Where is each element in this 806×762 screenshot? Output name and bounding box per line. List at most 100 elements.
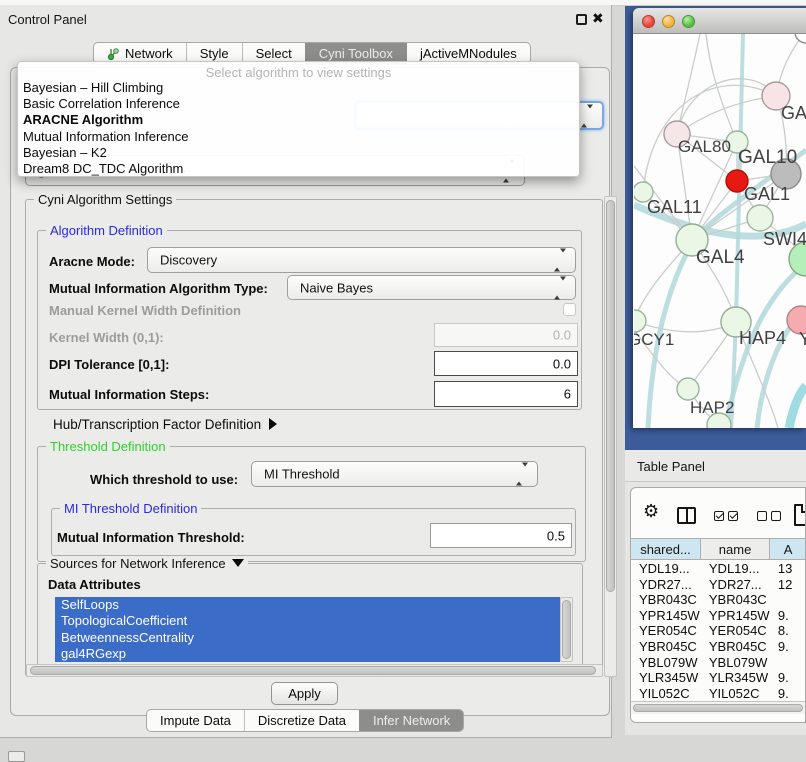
cyni-algorithm-settings-title: Cyni Algorithm Settings bbox=[34, 192, 176, 207]
select-all-checkbox-icon[interactable] bbox=[714, 511, 724, 521]
column-header-name[interactable]: name bbox=[701, 539, 770, 559]
network-node[interactable] bbox=[677, 378, 699, 400]
expand-right-icon bbox=[269, 418, 277, 430]
table-row[interactable]: YPR145WYPR145W9. bbox=[631, 608, 806, 624]
algorithm-option-dream8-dc-tdc-algorithm[interactable]: Dream8 DC_TDC Algorithm bbox=[23, 161, 574, 177]
combo-arrows-icon bbox=[581, 108, 593, 123]
table-body: YDL19...YDL19...13YDR27...YDR27...12YBR0… bbox=[631, 561, 806, 701]
data-attributes-list[interactable]: SelfLoopsTopologicalCoefficientBetweenne… bbox=[55, 597, 560, 662]
table-row[interactable]: YLR345WYLR345W9. bbox=[631, 670, 806, 686]
algorithm-option-basic-correlation-inference[interactable]: Basic Correlation Inference bbox=[23, 96, 574, 112]
tab-label: Discretize Data bbox=[258, 710, 346, 731]
close-traffic-light-icon[interactable] bbox=[642, 15, 655, 28]
manual-kernel-width-checkbox[interactable] bbox=[563, 303, 576, 316]
table-row[interactable]: YER054CYER054C8. bbox=[631, 623, 806, 639]
algorithm-option-aracne-algorithm[interactable]: ARACNE Algorithm bbox=[23, 112, 574, 128]
settings-vertical-scrollbar[interactable] bbox=[604, 196, 617, 677]
mi-algorithm-type-value: Naive Bayes bbox=[300, 280, 373, 295]
mi-algorithm-type-label: Mutual Information Algorithm Type: bbox=[49, 281, 268, 296]
hub-definition-toggle[interactable]: Hub/Transcription Factor Definition bbox=[53, 417, 277, 432]
table-panel-titlebar: Table Panel bbox=[625, 450, 806, 482]
close-icon[interactable]: ✖ bbox=[592, 10, 604, 26]
network-canvas[interactable]: GALGAL80GAL10GAL1GAL11SWI4GAL4GCY1HAP4YH… bbox=[634, 34, 806, 428]
tab-impute-data[interactable]: Impute Data bbox=[147, 710, 244, 731]
table-cell: YLR345W bbox=[701, 670, 770, 686]
network-node-label-hap2: HAP2 bbox=[690, 398, 734, 417]
algorithm-popup-hint: Select algorithm to view settings bbox=[18, 65, 579, 80]
float-window-icon[interactable] bbox=[576, 14, 587, 25]
table-row[interactable]: YBR045CYBR045C9. bbox=[631, 639, 806, 655]
aracne-mode-value: Discovery bbox=[160, 253, 217, 268]
dpi-tolerance-field[interactable]: 0.0 bbox=[434, 351, 578, 376]
collapse-down-icon bbox=[232, 559, 244, 567]
network-node-label-gcy1: GCY1 bbox=[634, 330, 674, 349]
aracne-mode-label: Aracne Mode: bbox=[49, 254, 135, 269]
dpi-tolerance-label: DPI Tolerance [0,1]: bbox=[49, 357, 169, 372]
network-window-titlebar[interactable] bbox=[633, 8, 806, 34]
table-cell: YER054C bbox=[631, 623, 701, 639]
network-edge[interactable] bbox=[677, 34, 700, 134]
zoom-traffic-light-icon[interactable] bbox=[682, 15, 695, 28]
table-cell: 13 bbox=[770, 561, 806, 577]
table-cell: 9. bbox=[770, 670, 806, 686]
table-cell: YDL19... bbox=[701, 561, 770, 577]
column-header-shared[interactable]: shared... bbox=[631, 539, 701, 559]
network-node[interactable] bbox=[747, 205, 773, 231]
screenshot-root: Control Panel ✖ NetworkStyleSelectCyni T… bbox=[0, 0, 806, 762]
apply-button[interactable]: Apply bbox=[271, 682, 338, 705]
table-cell: 8. bbox=[770, 623, 806, 639]
algorithm-option-mutual-information-inference[interactable]: Mutual Information Inference bbox=[23, 129, 574, 145]
network-edge-thick[interactable] bbox=[789, 386, 806, 428]
sources-toggle[interactable]: Sources for Network Inference bbox=[46, 556, 248, 571]
deselect-all-checkbox-icon[interactable] bbox=[757, 511, 767, 521]
network-edge[interactable] bbox=[706, 34, 737, 142]
table-cell: 9. bbox=[770, 686, 806, 702]
table-cell: YBR043C bbox=[701, 592, 770, 608]
which-threshold-combo[interactable]: MI Threshold bbox=[251, 461, 538, 487]
table-horizontal-scrollbar[interactable] bbox=[631, 701, 806, 714]
settings-horizontal-scrollbar[interactable] bbox=[26, 664, 603, 677]
table-cell: YDR27... bbox=[631, 577, 701, 593]
tab-discretize-data[interactable]: Discretize Data bbox=[244, 710, 359, 731]
table-cell: YBR045C bbox=[631, 639, 701, 655]
algorithm-option-bayesian-hill-climbing[interactable]: Bayesian – Hill Climbing bbox=[23, 80, 574, 96]
table-cell: YDR27... bbox=[701, 577, 770, 593]
minimize-traffic-light-icon[interactable] bbox=[662, 15, 675, 28]
split-columns-icon[interactable] bbox=[677, 507, 696, 524]
network-graph: GALGAL80GAL10GAL1GAL11SWI4GAL4GCY1HAP4YH… bbox=[634, 34, 806, 428]
table-cell: YBR045C bbox=[701, 639, 770, 655]
kernel-width-field[interactable]: 0.0 bbox=[434, 323, 578, 347]
network-icon bbox=[107, 47, 120, 60]
table-row[interactable]: YDR27...YDR27...12 bbox=[631, 577, 806, 593]
document-icon[interactable] bbox=[794, 504, 806, 526]
table-row[interactable]: YDL19...YDL19...13 bbox=[631, 561, 806, 577]
mi-threshold-value: 0.5 bbox=[547, 528, 565, 543]
mi-steps-field[interactable]: 6 bbox=[434, 381, 578, 407]
mi-algorithm-type-combo[interactable]: Naive Bayes bbox=[287, 275, 576, 300]
attribute-item-betweennesscentrality[interactable]: BetweennessCentrality bbox=[55, 630, 560, 646]
gear-icon[interactable]: ⚙ bbox=[643, 502, 659, 520]
deselect-all-checkbox-icon[interactable] bbox=[771, 511, 781, 521]
aracne-mode-combo[interactable]: Discovery bbox=[147, 247, 576, 273]
select-all-checkbox-icon[interactable] bbox=[728, 511, 738, 521]
mi-steps-value: 6 bbox=[564, 387, 571, 402]
network-node[interactable] bbox=[634, 310, 646, 332]
attribute-item-selfloops[interactable]: SelfLoops bbox=[55, 597, 560, 613]
attribute-item-gal4rgexp[interactable]: gal4RGexp bbox=[55, 646, 560, 662]
network-edge[interactable] bbox=[677, 79, 776, 134]
table-row[interactable]: YIL052CYIL052C9. bbox=[631, 686, 806, 702]
attributes-scrollbar[interactable] bbox=[560, 597, 573, 662]
mi-threshold-field[interactable]: 0.5 bbox=[430, 523, 572, 548]
tab-infer-network[interactable]: Infer Network bbox=[359, 710, 463, 731]
table-row[interactable]: YBR043CYBR043C bbox=[631, 592, 806, 608]
column-header-a[interactable]: A bbox=[770, 539, 806, 559]
table-cell: 9. bbox=[770, 639, 806, 655]
attribute-item-topologicalcoefficient[interactable]: TopologicalCoefficient bbox=[55, 613, 560, 629]
sources-title: Sources for Network Inference bbox=[50, 556, 226, 571]
collapsed-panel-button[interactable] bbox=[8, 751, 25, 762]
table-cell: YER054C bbox=[701, 623, 770, 639]
table-cell: 12 bbox=[770, 577, 806, 593]
table-row[interactable]: YBL079WYBL079W bbox=[631, 655, 806, 671]
algorithm-option-bayesian-k2[interactable]: Bayesian – K2 bbox=[23, 145, 574, 161]
network-node[interactable] bbox=[795, 34, 806, 43]
